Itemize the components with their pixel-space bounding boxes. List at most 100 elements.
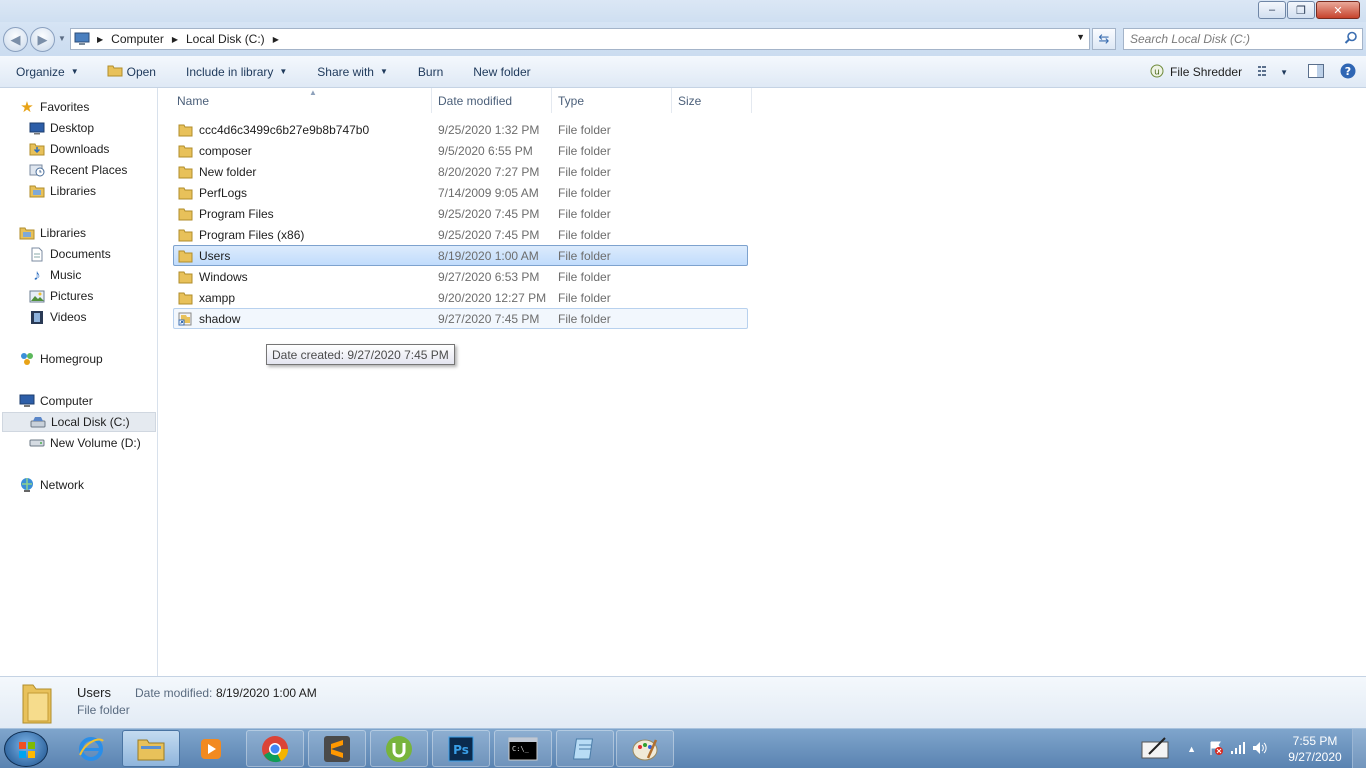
minimize-button[interactable]: –: [1258, 1, 1286, 19]
file-type: File folder: [558, 206, 611, 221]
taskbar-sublime-button[interactable]: [308, 730, 366, 767]
nav-network[interactable]: Network: [18, 475, 175, 495]
include-in-library-button[interactable]: Include in library ▼: [180, 60, 293, 84]
volume-icon[interactable]: [1252, 741, 1268, 758]
organize-button[interactable]: Organize ▼: [10, 60, 85, 84]
network-signal-icon[interactable]: [1230, 741, 1246, 758]
address-dropdown-button[interactable]: ▼: [1076, 32, 1085, 42]
file-type: File folder: [558, 269, 611, 284]
downloads-folder-icon: [28, 141, 46, 157]
taskbar-explorer-button[interactable]: [122, 730, 180, 767]
table-row[interactable]: composer 9/5/2020 6:55 PM File folder: [173, 140, 748, 161]
file-date: 8/20/2020 7:27 PM: [438, 164, 540, 179]
arrow-right-icon: ▶: [37, 31, 48, 47]
column-header-date[interactable]: Date modified: [432, 88, 552, 113]
title-bar: – ❐ ✕: [0, 0, 1366, 22]
search-input[interactable]: [1124, 29, 1334, 49]
table-row-selected[interactable]: Users 8/19/2020 1:00 AM File folder: [173, 245, 748, 266]
file-type: File folder: [558, 164, 611, 179]
utorrent-icon: [386, 735, 412, 762]
column-header-type[interactable]: Type: [552, 88, 672, 113]
start-button[interactable]: [4, 731, 48, 767]
nav-local-disk[interactable]: Local Disk (C:): [2, 412, 156, 432]
taskbar-photoshop-button[interactable]: Ps: [432, 730, 490, 767]
desktop-icon: [28, 120, 46, 136]
close-button[interactable]: ✕: [1316, 1, 1360, 19]
chevron-right-icon[interactable]: ▶: [93, 35, 107, 44]
nav-homegroup-label: Homegroup: [40, 352, 103, 366]
refresh-button[interactable]: ⇆: [1092, 28, 1116, 50]
search-icon[interactable]: [1344, 31, 1358, 48]
recent-places-icon: [28, 162, 46, 178]
navigation-pane: ★ Favorites Desktop Downloads Recent Pla…: [0, 88, 158, 676]
column-header-size[interactable]: Size: [672, 88, 752, 113]
caret-down-icon: ▼: [279, 67, 288, 76]
show-desktop-button[interactable]: [1352, 729, 1366, 768]
preview-pane-button[interactable]: [1302, 60, 1330, 84]
taskbar-utorrent-button[interactable]: [370, 730, 428, 767]
file-list: Name ▲ Date modified Type Size ccc4d6c34…: [159, 88, 1366, 676]
breadcrumb-computer[interactable]: Computer: [107, 32, 168, 46]
help-button[interactable]: ?: [1334, 60, 1362, 84]
nav-computer[interactable]: Computer: [18, 391, 175, 411]
taskbar-media-player-button[interactable]: [182, 730, 240, 767]
open-button[interactable]: Open: [101, 60, 162, 84]
taskbar-cmd-button[interactable]: C:\_: [494, 730, 552, 767]
computer-icon: [71, 29, 93, 49]
pictures-icon: [28, 288, 46, 304]
clock[interactable]: 7:55 PM 9/27/2020: [1278, 733, 1352, 765]
table-row[interactable]: xampp 9/20/2020 12:27 PM File folder: [173, 287, 748, 308]
nav-computer-label: Computer: [40, 394, 93, 408]
change-view-button[interactable]: ▼: [1252, 60, 1294, 84]
taskbar-paint-button[interactable]: [616, 730, 674, 767]
table-row[interactable]: Windows 9/27/2020 6:53 PM File folder: [173, 266, 748, 287]
chevron-right-icon[interactable]: ▶: [168, 35, 182, 44]
caret-down-icon[interactable]: ▼: [1280, 68, 1288, 77]
recent-pages-button[interactable]: ▼: [58, 34, 66, 43]
nav-new-volume-label: New Volume (D:): [50, 436, 141, 450]
address-bar[interactable]: ▶ Computer ▶ Local Disk (C:) ▶ ▼: [70, 28, 1090, 50]
system-tray: ▲ 7:55 PM 9/27/2020: [1141, 729, 1366, 768]
back-button[interactable]: ◀: [3, 27, 28, 52]
nav-libraries[interactable]: Libraries: [18, 223, 175, 243]
forward-button[interactable]: ▶: [30, 27, 55, 52]
search-box[interactable]: [1123, 28, 1363, 50]
nav-favorites[interactable]: ★ Favorites: [18, 97, 175, 117]
table-row[interactable]: PerfLogs 7/14/2009 9:05 AM File folder: [173, 182, 748, 203]
file-shredder-button[interactable]: u File Shredder: [1144, 60, 1248, 84]
file-date: 9/25/2020 7:45 PM: [438, 227, 540, 242]
file-type: File folder: [558, 143, 611, 158]
table-row[interactable]: New folder 8/20/2020 7:27 PM File folder: [173, 161, 748, 182]
table-row[interactable]: Program Files (x86) 9/25/2020 7:45 PM Fi…: [173, 224, 748, 245]
taskbar-chrome-button[interactable]: [246, 730, 304, 767]
nav-libraries-label: Libraries: [40, 226, 87, 240]
table-row[interactable]: Program Files 9/25/2020 7:45 PM File fol…: [173, 203, 748, 224]
new-folder-button[interactable]: New folder: [467, 60, 536, 84]
taskbar-ie-button[interactable]: [62, 730, 120, 767]
chevron-right-icon[interactable]: ▶: [269, 35, 283, 44]
file-date: 9/20/2020 12:27 PM: [438, 290, 547, 305]
details-name: Users: [77, 685, 111, 700]
refresh-icon: ⇆: [1098, 31, 1110, 46]
share-with-button[interactable]: Share with ▼: [311, 60, 394, 84]
pen-input-icon[interactable]: [1141, 736, 1171, 763]
file-date: 7/14/2009 9:05 AM: [438, 185, 539, 200]
show-hidden-icons-button[interactable]: ▲: [1187, 744, 1196, 754]
table-row[interactable]: ccc4d6c3499c6b27e9b8b747b0 9/25/2020 1:3…: [173, 119, 748, 140]
nav-favorites-label: Favorites: [40, 100, 90, 114]
nav-homegroup[interactable]: Homegroup: [18, 349, 175, 369]
shredder-icon: u: [1150, 64, 1164, 81]
file-name: PerfLogs: [199, 185, 248, 200]
column-date-label: Date modified: [438, 93, 513, 108]
nav-documents-label: Documents: [50, 247, 111, 261]
table-row-hovered[interactable]: shadow 9/27/2020 7:45 PM File folder: [173, 308, 748, 329]
burn-button[interactable]: Burn: [412, 60, 449, 84]
action-center-flag-icon[interactable]: [1208, 740, 1224, 759]
svg-text:u: u: [1154, 67, 1160, 77]
taskbar-notepad-button[interactable]: [556, 730, 614, 767]
column-header-name[interactable]: Name ▲: [171, 88, 432, 113]
file-date: 9/27/2020 7:45 PM: [438, 311, 540, 326]
maximize-button[interactable]: ❐: [1287, 1, 1315, 19]
details-type: File folder: [77, 703, 130, 717]
breadcrumb-local-disk[interactable]: Local Disk (C:): [182, 32, 269, 46]
